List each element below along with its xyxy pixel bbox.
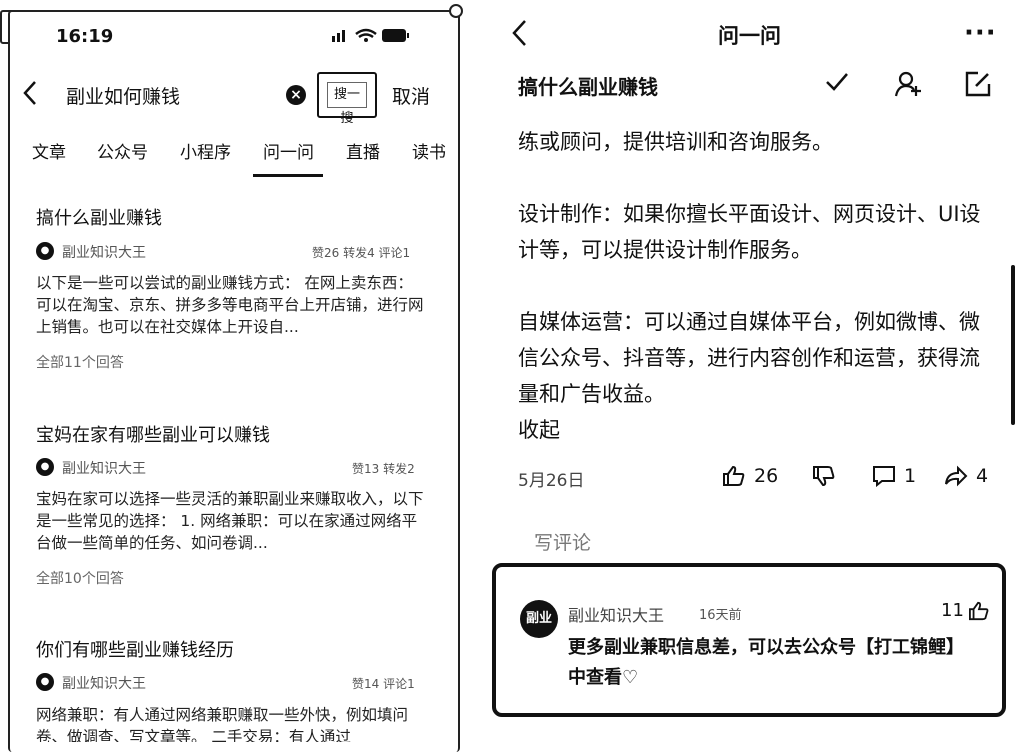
answer-paragraph: 自媒体运营：可以通过自媒体平台，例如微博、微信公众号、抖音等，进行内容创作和运营… — [518, 310, 980, 406]
all-answers-link[interactable]: 全部10个回答 — [36, 568, 124, 588]
search-input[interactable]: 副业如何赚钱 — [66, 82, 180, 109]
result-title[interactable]: 搞什么副业赚钱 — [36, 204, 162, 230]
like-button[interactable]: 26 — [722, 465, 778, 487]
edit-icon[interactable] — [964, 70, 992, 98]
result-excerpt[interactable]: 以下是一些可以尝试的副业赚钱方式： 在网上卖东西：可以在淘宝、京东、拼多多等电商… — [36, 272, 428, 338]
comment-time: 16天前 — [699, 608, 742, 623]
cancel-button[interactable]: 取消 — [392, 82, 430, 109]
tab-articles[interactable]: 文章 — [32, 138, 66, 163]
status-icons — [330, 26, 410, 44]
search-button-label: 搜一搜 — [327, 82, 367, 126]
author-avatar: ● — [36, 673, 54, 691]
author-avatar: ● — [36, 242, 54, 260]
tab-mini-programs[interactable]: 小程序 — [180, 138, 231, 163]
back-icon[interactable] — [22, 80, 38, 106]
comment-like-count: 11 — [941, 600, 964, 621]
author-avatar: ● — [36, 458, 54, 476]
more-dots-icon[interactable]: ··· — [964, 18, 997, 48]
comment-text: 更多副业兼职信息差，可以去公众号【打工锦鲤】中查看♡ — [568, 637, 964, 688]
thumbs-down-icon — [812, 465, 836, 487]
share-icon — [944, 465, 968, 487]
result-stats: 赞13 转发2 — [352, 462, 415, 476]
status-time: 16:19 — [56, 26, 114, 47]
answer-paragraph: 设计制作：如果你擅长平面设计、网页设计、UI设计等，可以提供设计制作服务。 — [518, 202, 981, 262]
result-excerpt[interactable]: 网络兼职：有人通过网络兼职赚取一些外快，例如填问卷、做调查、写文章等。 二手交易… — [36, 704, 428, 742]
result-stats: 赞14 评论1 — [352, 677, 415, 691]
page-title: 问一问 — [718, 24, 781, 48]
collapse-button[interactable]: 收起 — [518, 414, 560, 444]
comment-card: 副业 副业知识大王 16天前 11 更多副业兼职信息差，可以去公众号【打工锦鲤】… — [492, 563, 1006, 717]
answer-paragraph: 练或顾问，提供培训和咨询服务。 — [518, 130, 833, 154]
like-count: 26 — [754, 465, 779, 487]
comment-like-button[interactable]: 11 — [941, 600, 990, 621]
result-author[interactable]: 副业知识大王 — [62, 673, 146, 693]
back-icon[interactable] — [510, 18, 528, 48]
comment-author[interactable]: 副业知识大王 — [568, 602, 664, 626]
avatar[interactable]: 副业 — [520, 600, 558, 638]
all-answers-link[interactable]: 全部11个回答 — [36, 352, 124, 372]
clear-icon[interactable]: × — [286, 85, 306, 105]
result-stats: 赞26 转发4 评论1 — [312, 246, 411, 260]
check-icon[interactable] — [824, 70, 850, 94]
active-tab-indicator — [253, 174, 323, 177]
comment-bubble-icon — [872, 465, 896, 487]
share-button[interactable]: 4 — [944, 465, 988, 487]
tab-ask[interactable]: 问一问 — [263, 138, 314, 163]
result-author[interactable]: 副业知识大王 — [62, 458, 146, 478]
dislike-button[interactable] — [812, 465, 836, 487]
question-title: 搞什么副业赚钱 — [518, 75, 658, 99]
comment-count: 1 — [904, 465, 917, 487]
result-author[interactable]: 副业知识大王 — [62, 242, 146, 262]
resize-handle[interactable] — [449, 4, 463, 18]
add-user-icon[interactable] — [894, 70, 922, 98]
comment-button[interactable]: 1 — [872, 465, 916, 487]
scrollbar[interactable] — [1011, 265, 1015, 425]
result-excerpt[interactable]: 宝妈在家可以选择一些灵活的兼职副业来赚取收入，以下是一些常见的选择： 1. 网络… — [36, 488, 428, 554]
tab-books[interactable]: 读书 — [412, 138, 446, 163]
share-count: 4 — [976, 465, 989, 487]
thumbs-up-icon — [968, 601, 990, 621]
answer-date: 5月26日 — [518, 471, 585, 491]
result-title[interactable]: 宝妈在家有哪些副业可以赚钱 — [36, 421, 270, 447]
tab-live[interactable]: 直播 — [346, 138, 380, 163]
thumbs-up-icon — [722, 465, 746, 487]
search-button[interactable]: 搜一搜 — [317, 72, 377, 126]
tab-official-accounts[interactable]: 公众号 — [97, 138, 148, 163]
write-comment-input[interactable]: 写评论 — [534, 528, 591, 555]
result-title[interactable]: 你们有哪些副业赚钱经历 — [36, 636, 234, 662]
